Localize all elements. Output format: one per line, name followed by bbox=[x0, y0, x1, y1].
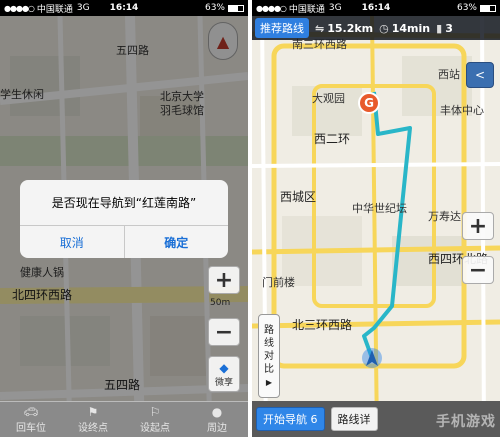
scale-label: 50m bbox=[210, 298, 231, 308]
compare-char: 路 bbox=[264, 324, 274, 336]
route-detail-button[interactable]: 路线详 bbox=[330, 407, 378, 431]
carrier: 中国联通 bbox=[288, 4, 325, 15]
left-screen: ●●●●○ 中国联通 3G 16:14 63% 五四路 北京大学 羽毛球馆 学生… bbox=[0, 0, 248, 437]
right-screen: ●●●●○ 中国联通 3G 16:14 63% G 南三环西路 西站 大观园 丰… bbox=[252, 0, 500, 437]
traffic-light-icon: ▮ bbox=[436, 21, 443, 35]
route-compare-button[interactable]: 路 线 对 比 ▶ bbox=[258, 314, 280, 398]
tab-back-to-car[interactable]: 🚗︎ 回车位 bbox=[0, 402, 62, 437]
compare-char: 对 bbox=[264, 350, 274, 362]
map-label: 大观园 bbox=[312, 92, 345, 105]
destination-marker[interactable]: G bbox=[358, 92, 380, 114]
share-icon: < bbox=[474, 68, 486, 82]
zoom-out-button[interactable]: − bbox=[208, 318, 240, 346]
carrier: 中国联通 bbox=[36, 4, 73, 15]
tab-set-destination[interactable]: ⚑ 设终点 bbox=[62, 402, 124, 437]
cancel-button[interactable]: 取消 bbox=[20, 226, 124, 258]
route-distance: 15.2km bbox=[327, 21, 374, 35]
zoom-in-button[interactable]: + bbox=[462, 212, 494, 240]
share-icon: ◆ bbox=[219, 360, 229, 375]
status-bar: ●●●●○ 中国联通 3G 16:14 63% bbox=[252, 0, 500, 16]
map-label: 万寿达 bbox=[428, 210, 461, 223]
battery-fill bbox=[481, 5, 490, 11]
map-label: 北三环西路 bbox=[292, 318, 353, 332]
flag-icon: ⚐ bbox=[149, 405, 161, 419]
expand-icon: ▶ bbox=[265, 377, 273, 387]
status-bar: ●●●●○ 中国联通 3G 16:14 63% bbox=[0, 0, 248, 16]
battery-icon bbox=[480, 4, 496, 12]
battery-percent: 63% bbox=[204, 3, 225, 13]
map-label: 门前楼 bbox=[262, 276, 295, 289]
share-label: 微享 bbox=[214, 377, 233, 388]
map-label: 丰体中心 bbox=[440, 104, 484, 117]
start-navigation-button[interactable]: 开始导航 6 bbox=[256, 407, 325, 431]
map-label: 西城区 bbox=[280, 190, 317, 204]
car-icon: 🚗︎ bbox=[23, 405, 39, 419]
flag-icon: ⚑ bbox=[87, 405, 99, 419]
recommended-route-button[interactable]: 推荐路线 bbox=[255, 18, 309, 38]
traffic-light-count: 3 bbox=[445, 21, 453, 35]
clock: 16:14 bbox=[109, 3, 139, 13]
zoom-out-button[interactable]: − bbox=[462, 256, 494, 284]
network-type: 3G bbox=[76, 3, 90, 13]
watermark: 手机游戏 bbox=[436, 414, 496, 430]
share-button[interactable]: ◆ 微享 bbox=[208, 356, 240, 392]
clock-icon: ◷ bbox=[379, 21, 389, 35]
tab-nearby[interactable]: ● 周边 bbox=[186, 402, 248, 437]
tab-set-start[interactable]: ⚐ 设起点 bbox=[124, 402, 186, 437]
bottom-toolbar: 🚗︎ 回车位 ⚑ 设终点 ⚐ 设起点 ● 周边 bbox=[0, 401, 248, 437]
compare-char: 比 bbox=[264, 363, 274, 375]
clock: 16:14 bbox=[361, 3, 391, 13]
route-duration: 14min bbox=[391, 21, 431, 35]
map-label: 中华世纪坛 bbox=[352, 202, 407, 215]
map-label: 西二环 bbox=[314, 132, 351, 146]
tab-label: 回车位 bbox=[16, 423, 46, 434]
navigate-confirm-dialog: 是否现在导航到“红莲南路” 取消 确定 bbox=[20, 180, 228, 258]
signal-icon: ●●●●○ bbox=[4, 3, 35, 13]
battery-percent: 63% bbox=[456, 3, 477, 13]
battery-fill bbox=[229, 5, 238, 11]
tab-label: 周边 bbox=[207, 423, 227, 434]
confirm-button[interactable]: 确定 bbox=[123, 226, 229, 258]
dialog-message: 是否现在导航到“红莲南路” bbox=[20, 180, 228, 226]
battery-icon bbox=[228, 4, 244, 12]
tab-label: 设起点 bbox=[140, 423, 170, 434]
compare-char: 线 bbox=[264, 337, 274, 349]
person-icon: ● bbox=[211, 405, 223, 419]
map-label: 西站 bbox=[438, 68, 460, 81]
share-button[interactable]: < bbox=[466, 62, 494, 88]
network-type: 3G bbox=[328, 3, 342, 13]
signal-icon: ●●●●○ bbox=[256, 3, 287, 13]
zoom-in-button[interactable]: + bbox=[208, 266, 240, 294]
distance-icon: ⇋ bbox=[315, 21, 325, 35]
tab-label: 设终点 bbox=[78, 423, 108, 434]
route-summary-bar: 推荐路线 ⇋ 15.2km ◷ 14min ▮ 3 bbox=[252, 16, 500, 40]
